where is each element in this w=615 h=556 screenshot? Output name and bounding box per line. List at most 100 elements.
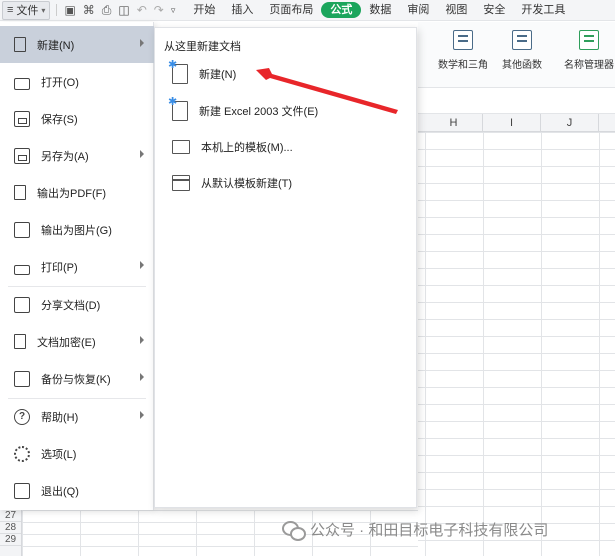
chevron-right-icon: [140, 411, 144, 419]
new-excel-icon: ✱: [168, 96, 188, 121]
new-doc-icon: [14, 37, 26, 52]
menu-item-label: 备份与恢复(K): [41, 373, 111, 386]
chevron-right-icon: [140, 39, 144, 47]
wechat-icon: [282, 520, 306, 541]
menu-item-exit[interactable]: 退出(Q): [0, 472, 154, 509]
save-as-icon: [14, 147, 30, 164]
name-manager-icon: [579, 30, 599, 50]
menu-item-label: 打印(P): [41, 261, 78, 274]
default-template-button[interactable]: 从默认模板新建(T): [172, 175, 292, 191]
menu-item-label: 分享文档(D): [41, 299, 101, 312]
menu-item-save[interactable]: 保存(S): [0, 100, 154, 137]
tab-developer[interactable]: 开发工具: [513, 2, 573, 18]
exit-icon: [14, 482, 30, 499]
formula-bar[interactable]: [418, 89, 615, 114]
print-preview-icon[interactable]: ◫: [118, 3, 129, 17]
menu-item-help[interactable]: ? 帮助(H): [0, 398, 154, 435]
menu-item-share[interactable]: 分享文档(D): [0, 286, 154, 323]
format-painter-icon[interactable]: ⌘: [83, 3, 95, 17]
new-blank-button[interactable]: ✱ 新建(N): [168, 59, 237, 84]
pdf-icon: [14, 185, 26, 200]
menu-item-label: 保存(S): [41, 113, 78, 126]
folder-icon: [14, 77, 30, 90]
menu-item-encrypt[interactable]: 文档加密(E): [0, 323, 154, 360]
customize-icon[interactable]: ▿: [171, 5, 176, 16]
file-dropdown-menu: 新建(N) 打开(O) 保存(S) 另存为(A) 输出为PDF(F) 输出为图片…: [0, 22, 154, 510]
column-headers: H I J: [418, 114, 615, 132]
submenu-item-label: 从默认模板新建(T): [201, 178, 293, 190]
chevron-right-icon: [140, 261, 144, 269]
ribbon-tabs: 开始 插入 页面布局 公式 数据 审阅 视图 安全 开发工具: [185, 2, 573, 18]
other-functions-label: 其他函数: [502, 60, 542, 71]
tab-home[interactable]: 开始: [185, 2, 223, 18]
hamburger-icon: ≡: [7, 4, 14, 16]
menu-item-label: 输出为PDF(F): [37, 187, 107, 200]
help-icon: ?: [14, 408, 30, 425]
print-icon[interactable]: ⎙: [102, 3, 112, 18]
new-excel-2003-button[interactable]: ✱ 新建 Excel 2003 文件(E): [168, 96, 319, 121]
submenu-item-label: 新建(N): [199, 69, 237, 81]
menu-item-export-pdf[interactable]: 输出为PDF(F): [0, 174, 154, 211]
ribbon-toolbar: 数学和三角 其他函数 名称管理器: [418, 22, 615, 88]
divider: [56, 4, 58, 16]
column-header-j[interactable]: J: [541, 114, 599, 132]
menu-item-options[interactable]: 选项(L): [0, 435, 154, 472]
tab-review[interactable]: 审阅: [399, 2, 437, 18]
monitor-icon: [172, 140, 190, 154]
menu-item-label: 选项(L): [41, 448, 77, 461]
save-icon[interactable]: ▣: [64, 3, 75, 17]
menu-item-backup[interactable]: 备份与恢复(K): [0, 360, 154, 397]
watermark-text: 公众号 · 和田目标电子科技有限公司: [310, 522, 549, 539]
new-document-panel: 从这里新建文档 ✱ 新建(N) ✱ 新建 Excel 2003 文件(E) 本机…: [154, 27, 417, 508]
menu-item-label: 文档加密(E): [37, 336, 96, 349]
menu-item-label: 输出为图片(G): [41, 224, 112, 237]
local-templates-button[interactable]: 本机上的模板(M)...: [172, 139, 293, 155]
name-manager-label: 名称管理器: [564, 60, 614, 71]
menu-item-label: 帮助(H): [41, 411, 79, 424]
row-header[interactable]: 29: [0, 534, 21, 546]
backup-icon: [14, 370, 30, 387]
chevron-down-icon: ▾: [41, 5, 46, 15]
submenu-item-label: 新建 Excel 2003 文件(E): [199, 106, 319, 118]
row-header[interactable]: 28: [0, 522, 21, 534]
new-doc-icon: ✱: [168, 59, 188, 84]
menu-item-open[interactable]: 打开(O): [0, 63, 154, 100]
tab-page-layout[interactable]: 页面布局: [261, 2, 321, 18]
tab-security[interactable]: 安全: [475, 2, 513, 18]
chevron-right-icon: [140, 150, 144, 158]
menu-item-save-as[interactable]: 另存为(A): [0, 137, 154, 174]
redo-icon[interactable]: ↷: [154, 3, 164, 17]
function-icon: [512, 30, 532, 50]
name-manager-button[interactable]: 名称管理器: [564, 30, 614, 71]
menu-item-new[interactable]: 新建(N): [0, 26, 154, 63]
tab-data[interactable]: 数据: [361, 2, 399, 18]
quick-access-toolbar: ▣ ⌘ ⎙ ◫ ↶ ↷ ▿: [56, 3, 175, 18]
template-icon: [172, 175, 190, 191]
column-header-i[interactable]: I: [483, 114, 541, 132]
menu-item-print[interactable]: 打印(P): [0, 248, 154, 285]
panel-title: 从这里新建文档: [164, 41, 241, 53]
math-function-icon: [453, 30, 473, 50]
printer-icon: [14, 264, 30, 275]
row-header[interactable]: 27: [0, 510, 21, 522]
tab-formulas[interactable]: 公式: [321, 2, 362, 18]
spreadsheet-grid[interactable]: [418, 132, 615, 556]
other-functions-button[interactable]: 其他函数: [502, 30, 542, 71]
row-headers: 27 28 29: [0, 510, 22, 556]
chevron-right-icon: [140, 373, 144, 381]
menu-item-label: 打开(O): [41, 76, 79, 89]
menu-item-label: 退出(Q): [41, 485, 79, 498]
file-menu-button[interactable]: ≡ 文件 ▾: [2, 0, 51, 20]
menu-item-label: 新建(N): [37, 39, 75, 52]
tab-view[interactable]: 视图: [437, 2, 475, 18]
chevron-right-icon: [140, 336, 144, 344]
column-header-h[interactable]: H: [425, 114, 483, 132]
save-icon: [14, 110, 30, 127]
undo-icon[interactable]: ↶: [137, 3, 147, 17]
math-trig-button[interactable]: 数学和三角: [438, 30, 488, 71]
tab-insert[interactable]: 插入: [223, 2, 261, 18]
share-icon: [14, 296, 30, 313]
file-menu-label: 文件: [16, 5, 39, 17]
menu-item-export-image[interactable]: 输出为图片(G): [0, 211, 154, 248]
image-icon: [14, 221, 30, 238]
